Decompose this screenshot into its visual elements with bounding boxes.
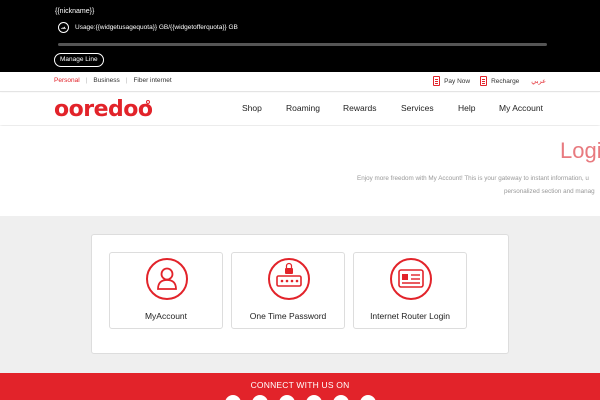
logo-dot [146,100,150,104]
twitter-icon[interactable] [252,395,268,400]
manage-line-button[interactable]: Manage Line [54,53,104,67]
segment-business-link[interactable]: Business [93,77,119,84]
language-switch-link[interactable]: عربي [531,77,546,85]
user-icon [146,258,188,300]
password-lock-icon [268,258,310,300]
connect-heading: CONNECT WITH US ON [250,380,350,390]
nav-roaming[interactable]: Roaming [286,103,320,113]
nav-services[interactable]: Services [401,103,434,113]
segment-links: Personal | Business | Fiber internet [54,77,178,84]
snapchat-icon[interactable] [360,395,376,400]
recharge-link[interactable]: Recharge [480,76,519,86]
segment-personal-link[interactable]: Personal [54,77,80,84]
one-time-password-label: One Time Password [249,311,327,321]
internet-router-login-card[interactable]: Internet Router Login [353,252,467,329]
nav-shop[interactable]: Shop [242,103,262,113]
router-card-icon [390,258,432,300]
myaccount-card[interactable]: MyAccount [109,252,223,329]
login-options-panel: MyAccount One Time Password Internet Rou… [91,234,509,354]
login-hero: Login Enjoy more freedom with My Account… [0,126,600,216]
myaccount-label: MyAccount [144,311,188,321]
description-line-1: Enjoy more freedom with My Account! This… [357,175,589,182]
usage-gauge-icon [58,22,69,33]
nickname-text: {{nickname}} [55,8,95,15]
youtube-icon[interactable] [333,395,349,400]
facebook-icon[interactable] [225,395,241,400]
page-title: Login [560,138,600,163]
recharge-icon [480,76,488,86]
account-summary-bar: {{nickname}} Usage:{{widgetusagequota}} … [0,0,600,72]
usage-progress-bar [58,43,547,46]
nav-help[interactable]: Help [458,103,475,113]
login-options-section: MyAccount One Time Password Internet Rou… [0,216,600,373]
usage-text: Usage:{{widgetusagequota}} GB/{{widgetof… [75,24,238,31]
recharge-label: Recharge [491,77,520,85]
main-nav: ooredoo Shop Roaming Rewards Services He… [0,93,600,125]
pay-now-label: Pay Now [444,77,471,85]
segment-nav: Personal | Business | Fiber internet Pay… [0,72,600,92]
usage-row: Usage:{{widgetusagequota}} GB/{{widgetof… [58,22,238,33]
segment-divider: | [85,77,88,84]
segment-fiber-link[interactable]: Fiber internet [133,77,171,84]
linkedin-icon[interactable] [306,395,322,400]
internet-router-login-label: Internet Router Login [370,311,450,321]
bill-icon [433,76,441,86]
one-time-password-card[interactable]: One Time Password [231,252,345,329]
social-footer: CONNECT WITH US ON [0,373,600,400]
ooredoo-logo[interactable]: ooredoo [54,97,153,122]
pay-now-link[interactable]: Pay Now [433,76,470,86]
quick-actions: Pay Now Recharge عربي [423,76,546,86]
login-description: Enjoy more freedom with My Account! This… [357,172,595,198]
nav-rewards[interactable]: Rewards [343,103,377,113]
nav-my-account[interactable]: My Account [499,103,543,113]
instagram-icon[interactable] [279,395,295,400]
segment-divider: | [125,77,128,84]
description-line-2: personalized section and manag [504,188,595,195]
